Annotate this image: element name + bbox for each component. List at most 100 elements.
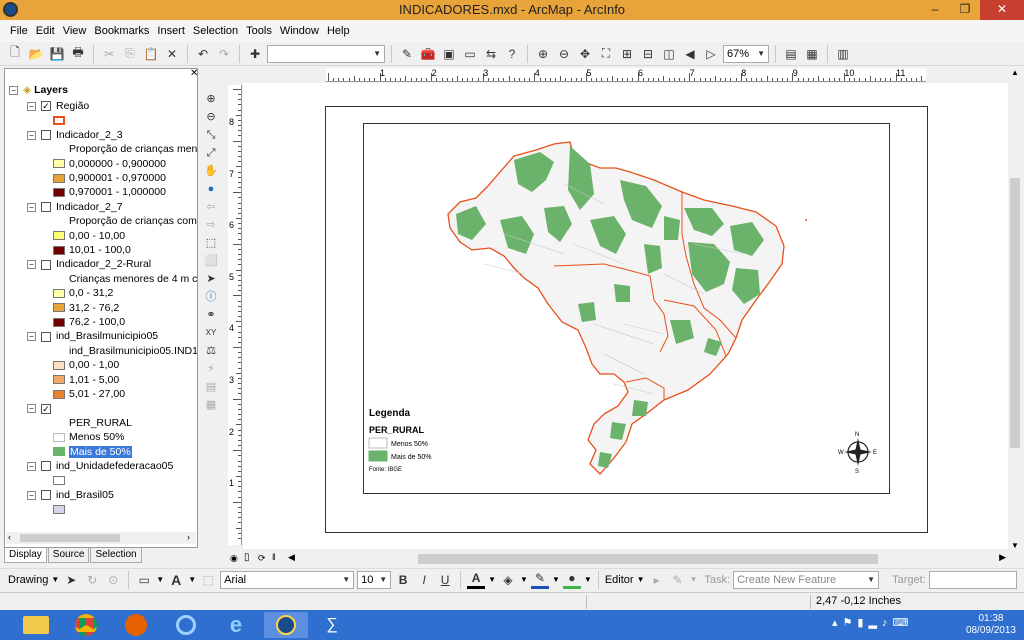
menu-window[interactable]: Window (276, 25, 323, 37)
open-folder-icon[interactable]: 📂 (27, 45, 45, 63)
edit-vertices-icon[interactable]: ⬚ (199, 571, 217, 589)
scroll-thumb[interactable] (1010, 178, 1020, 448)
fixed-zoom-in-icon[interactable]: ⤡ (201, 126, 221, 144)
zoom-in-icon[interactable]: ⊕ (201, 90, 221, 108)
menu-help[interactable]: Help (323, 25, 354, 37)
time-slider-icon[interactable]: ▦ (201, 396, 221, 414)
chevron-down-icon[interactable]: ▼ (520, 575, 528, 584)
toc-symbol[interactable]: Mais de 50% (53, 445, 132, 459)
scroll-left-icon[interactable]: ‹ (8, 532, 11, 542)
chevron-down-icon[interactable]: ▼ (188, 575, 196, 584)
delete-icon[interactable]: ✕ (163, 45, 181, 63)
toc-symbol[interactable]: 0,00 - 10,00 (53, 229, 125, 243)
symbol-swatch[interactable] (53, 245, 65, 255)
file-explorer-icon[interactable] (16, 612, 56, 638)
redo-icon[interactable]: ↷ (215, 45, 233, 63)
arcmap-taskbar-icon[interactable] (264, 612, 308, 638)
layer-visibility-checkbox[interactable]: ✓ (41, 101, 51, 112)
hyperlink-icon[interactable]: ⚡ (201, 360, 221, 378)
toc-root[interactable]: − ◈ Layers (9, 83, 68, 97)
symbol-swatch[interactable] (53, 476, 65, 486)
next-extent-page-icon[interactable]: ▷ (702, 45, 720, 63)
marker-color-icon[interactable]: ● (562, 571, 581, 589)
keyboard-icon[interactable]: ⌨ (892, 617, 913, 629)
fill-color-icon[interactable]: ◈ (499, 571, 517, 589)
zoom-whole-page-icon[interactable]: ⛶ (597, 45, 615, 63)
collapse-toggle[interactable]: − (27, 404, 36, 414)
toc-layer[interactable]: − ind_Brasil05 (27, 488, 114, 502)
toc-symbol[interactable]: 5,01 - 27,00 (53, 387, 125, 401)
toc-symbol[interactable]: 0,00 - 1,00 (53, 358, 119, 372)
drawing-menu[interactable]: Drawing (8, 574, 48, 586)
find-binoculars-icon[interactable]: ⚭ (201, 306, 221, 324)
symbol-swatch[interactable] (53, 389, 65, 399)
layer-visibility-checkbox[interactable] (41, 331, 51, 342)
underline-button[interactable]: U (436, 571, 454, 589)
command-line-icon[interactable]: ▭ (461, 45, 479, 63)
collapse-toggle[interactable]: − (27, 490, 36, 500)
symbol-swatch[interactable] (53, 447, 65, 457)
menu-bookmarks[interactable]: Bookmarks (90, 25, 153, 37)
font-dropdown[interactable]: Arial ▼ (220, 570, 355, 589)
zoom-to-selected-icon[interactable]: ⊙ (104, 571, 122, 589)
cut-icon[interactable]: ✂ (100, 45, 118, 63)
refresh-icon[interactable]: ⟳ (258, 553, 266, 564)
arcmap-app-icon[interactable] (3, 2, 18, 17)
focus-data-frame-icon[interactable]: ▦ (803, 45, 821, 63)
select-elements-icon[interactable]: ➤ (62, 571, 80, 589)
change-layout-icon[interactable]: ▥ (834, 45, 852, 63)
html-popup-icon[interactable]: ▤ (201, 378, 221, 396)
toc-symbol[interactable] (53, 502, 69, 516)
task-dropdown[interactable]: Create New Feature ▼ (733, 570, 880, 589)
flag-icon[interactable]: ⚑ (843, 617, 858, 629)
toc-symbol[interactable]: Menos 50% (53, 430, 124, 444)
undo-icon[interactable]: ↶ (194, 45, 212, 63)
text-icon[interactable]: A (167, 571, 185, 589)
line-color-icon[interactable]: ✎ (530, 571, 549, 589)
horizontal-scrollbar[interactable]: ◉ ▯ ⟳ ‖ ◀ ▶ (228, 552, 1008, 566)
toggle-draft-mode-icon[interactable]: ▤ (782, 45, 800, 63)
italic-button[interactable]: I (415, 571, 433, 589)
previous-extent-icon[interactable]: ⇦ (201, 198, 221, 216)
scroll-up-icon[interactable]: ▲ (1008, 68, 1022, 77)
chevron-down-icon[interactable]: ▼ (552, 575, 560, 584)
pan-hand-icon[interactable]: ✋ (201, 162, 221, 180)
menu-edit[interactable]: Edit (32, 25, 59, 37)
toc-layer[interactable]: − ind_Unidadefederacao05 (27, 459, 173, 473)
select-elements-arrow-icon[interactable]: ➤ (201, 270, 221, 288)
zoom-in-page-icon[interactable]: ⊕ (534, 45, 552, 63)
toc-symbol[interactable] (53, 473, 69, 487)
chrome-icon[interactable] (66, 612, 106, 638)
go-to-xy-icon[interactable]: XY (201, 324, 221, 342)
identify-icon[interactable]: ⓘ (201, 288, 221, 306)
network-icon[interactable]: ▮ (857, 617, 868, 629)
map-scale-dropdown[interactable]: ▼ (267, 44, 385, 63)
data-view-icon[interactable]: ◉ (230, 553, 238, 564)
sketch-tool-icon[interactable]: ✎ (668, 571, 686, 589)
editor-toolbar-icon[interactable]: ✎ (398, 45, 416, 63)
symbol-swatch[interactable] (53, 173, 65, 183)
symbol-swatch[interactable] (53, 504, 65, 514)
whats-this-icon[interactable]: ? (503, 45, 521, 63)
chevron-down-icon[interactable]: ▼ (584, 575, 592, 584)
toc-layer[interactable]: − Indicador_2_2-Rural (27, 257, 151, 271)
scroll-right-icon[interactable]: ▶ (999, 552, 1006, 563)
font-color-icon[interactable]: A (467, 571, 486, 589)
scroll-right-icon[interactable]: › (187, 532, 190, 542)
chevron-down-icon[interactable]: ▼ (689, 575, 697, 584)
pan-page-icon[interactable]: ✥ (576, 45, 594, 63)
symbol-swatch[interactable] (53, 231, 65, 241)
toc-close-icon[interactable]: ✕ (190, 68, 198, 79)
toc-symbol[interactable]: 0,900001 - 0,970000 (53, 171, 166, 185)
table-of-contents[interactable]: − ◈ Layers − ✓ Região − Indicador_2_3 Proporção… (4, 68, 198, 548)
tray-up-arrow-icon[interactable]: ▴ (832, 617, 843, 629)
symbol-swatch[interactable] (53, 303, 65, 313)
model-builder-icon[interactable]: ⇆ (482, 45, 500, 63)
clear-selection-icon[interactable]: ⬜ (201, 252, 221, 270)
zoom-out-icon[interactable]: ⊖ (201, 108, 221, 126)
collapse-toggle[interactable]: − (27, 202, 36, 212)
menu-insert[interactable]: Insert (153, 25, 189, 37)
tab-source[interactable]: Source (47, 548, 90, 563)
clock[interactable]: 01:38 08/09/2013 (966, 613, 1016, 637)
toc-symbol[interactable]: 0,0 - 31,2 (53, 286, 113, 300)
